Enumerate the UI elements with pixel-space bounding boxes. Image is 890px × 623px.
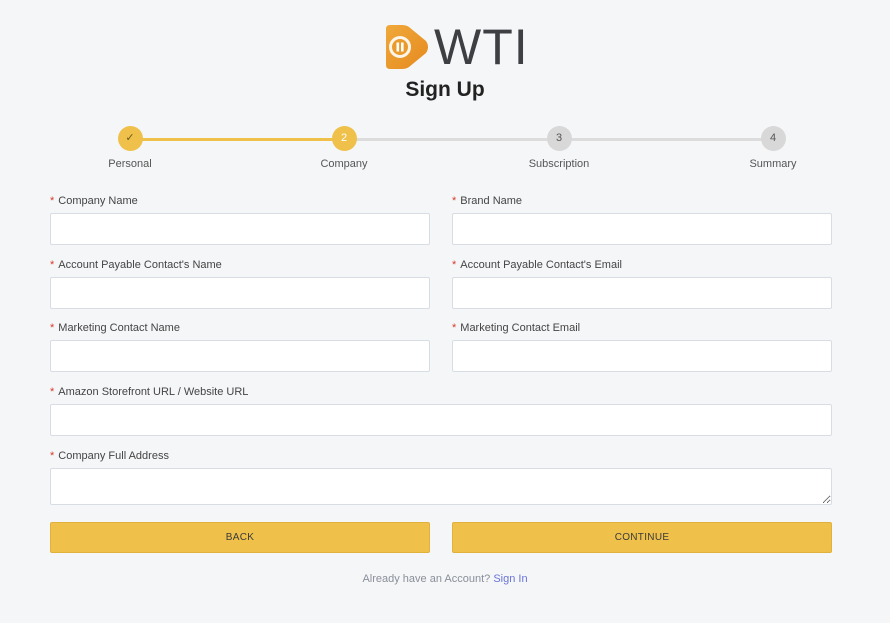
signup-stepper: ✓ Personal 2 Company 3 Subscription 4 Su… — [0, 126, 890, 176]
signin-footer: Already have an Account? Sign In — [0, 573, 890, 585]
logo-text: WTI — [434, 19, 529, 75]
wti-logo: WTI — [382, 22, 529, 72]
marketing-contact-name-input[interactable] — [50, 340, 430, 372]
step-label: Subscription — [528, 158, 590, 170]
required-mark: * — [50, 259, 55, 271]
required-mark: * — [452, 195, 457, 207]
marketing-contact-email-field: * Marketing Contact Email — [452, 321, 832, 372]
required-mark: * — [50, 322, 55, 334]
step-check-icon: ✓ — [117, 126, 143, 151]
marketing-contact-name-field: * Marketing Contact Name — [50, 321, 430, 372]
store-url-field: * Amazon Storefront URL / Website URL — [50, 385, 832, 436]
company-name-label: * Company Name — [50, 195, 138, 207]
step-personal[interactable]: ✓ Personal — [70, 126, 190, 170]
required-mark: * — [50, 450, 55, 462]
required-mark: * — [50, 195, 55, 207]
ap-contact-name-field: * Account Payable Contact's Name — [50, 258, 430, 309]
play-pause-icon — [386, 25, 428, 69]
page-title: Sign Up — [405, 78, 485, 101]
sign-in-link[interactable]: Sign In — [493, 573, 527, 585]
company-address-field: * Company Full Address — [50, 449, 832, 505]
marketing-contact-name-label: * Marketing Contact Name — [50, 322, 180, 334]
step-number: 4 — [760, 126, 786, 151]
step-label: Company — [320, 158, 368, 170]
brand-name-field: * Brand Name — [452, 194, 832, 245]
continue-button[interactable]: CONTINUE — [452, 522, 832, 553]
store-url-label: * Amazon Storefront URL / Website URL — [50, 386, 249, 398]
required-mark: * — [452, 322, 457, 334]
step-label: Summary — [749, 158, 797, 170]
required-mark: * — [452, 259, 457, 271]
step-company[interactable]: 2 Company — [284, 126, 404, 170]
ap-contact-email-label: * Account Payable Contact's Email — [452, 259, 622, 271]
step-label: Personal — [108, 158, 152, 170]
step-summary[interactable]: 4 Summary — [713, 126, 833, 170]
ap-contact-name-input[interactable] — [50, 277, 430, 309]
marketing-contact-email-input[interactable] — [452, 340, 832, 372]
marketing-contact-email-label: * Marketing Contact Email — [452, 322, 581, 334]
step-number: 3 — [546, 126, 572, 151]
company-address-textarea[interactable] — [50, 468, 832, 505]
ap-contact-name-label: * Account Payable Contact's Name — [50, 259, 222, 271]
ap-contact-email-input[interactable] — [452, 277, 832, 309]
brand-name-label: * Brand Name — [452, 195, 523, 207]
step-subscription[interactable]: 3 Subscription — [499, 126, 619, 170]
brand-name-input[interactable] — [452, 213, 832, 245]
signin-prompt: Already have an Account? — [362, 573, 491, 585]
ap-contact-email-field: * Account Payable Contact's Email — [452, 258, 832, 309]
company-name-input[interactable] — [50, 213, 430, 245]
company-address-label: * Company Full Address — [50, 450, 169, 462]
company-name-field: * Company Name — [50, 194, 430, 245]
required-mark: * — [50, 386, 55, 398]
store-url-input[interactable] — [50, 404, 832, 436]
step-number: 2 — [331, 126, 357, 151]
back-button[interactable]: BACK — [50, 522, 430, 553]
